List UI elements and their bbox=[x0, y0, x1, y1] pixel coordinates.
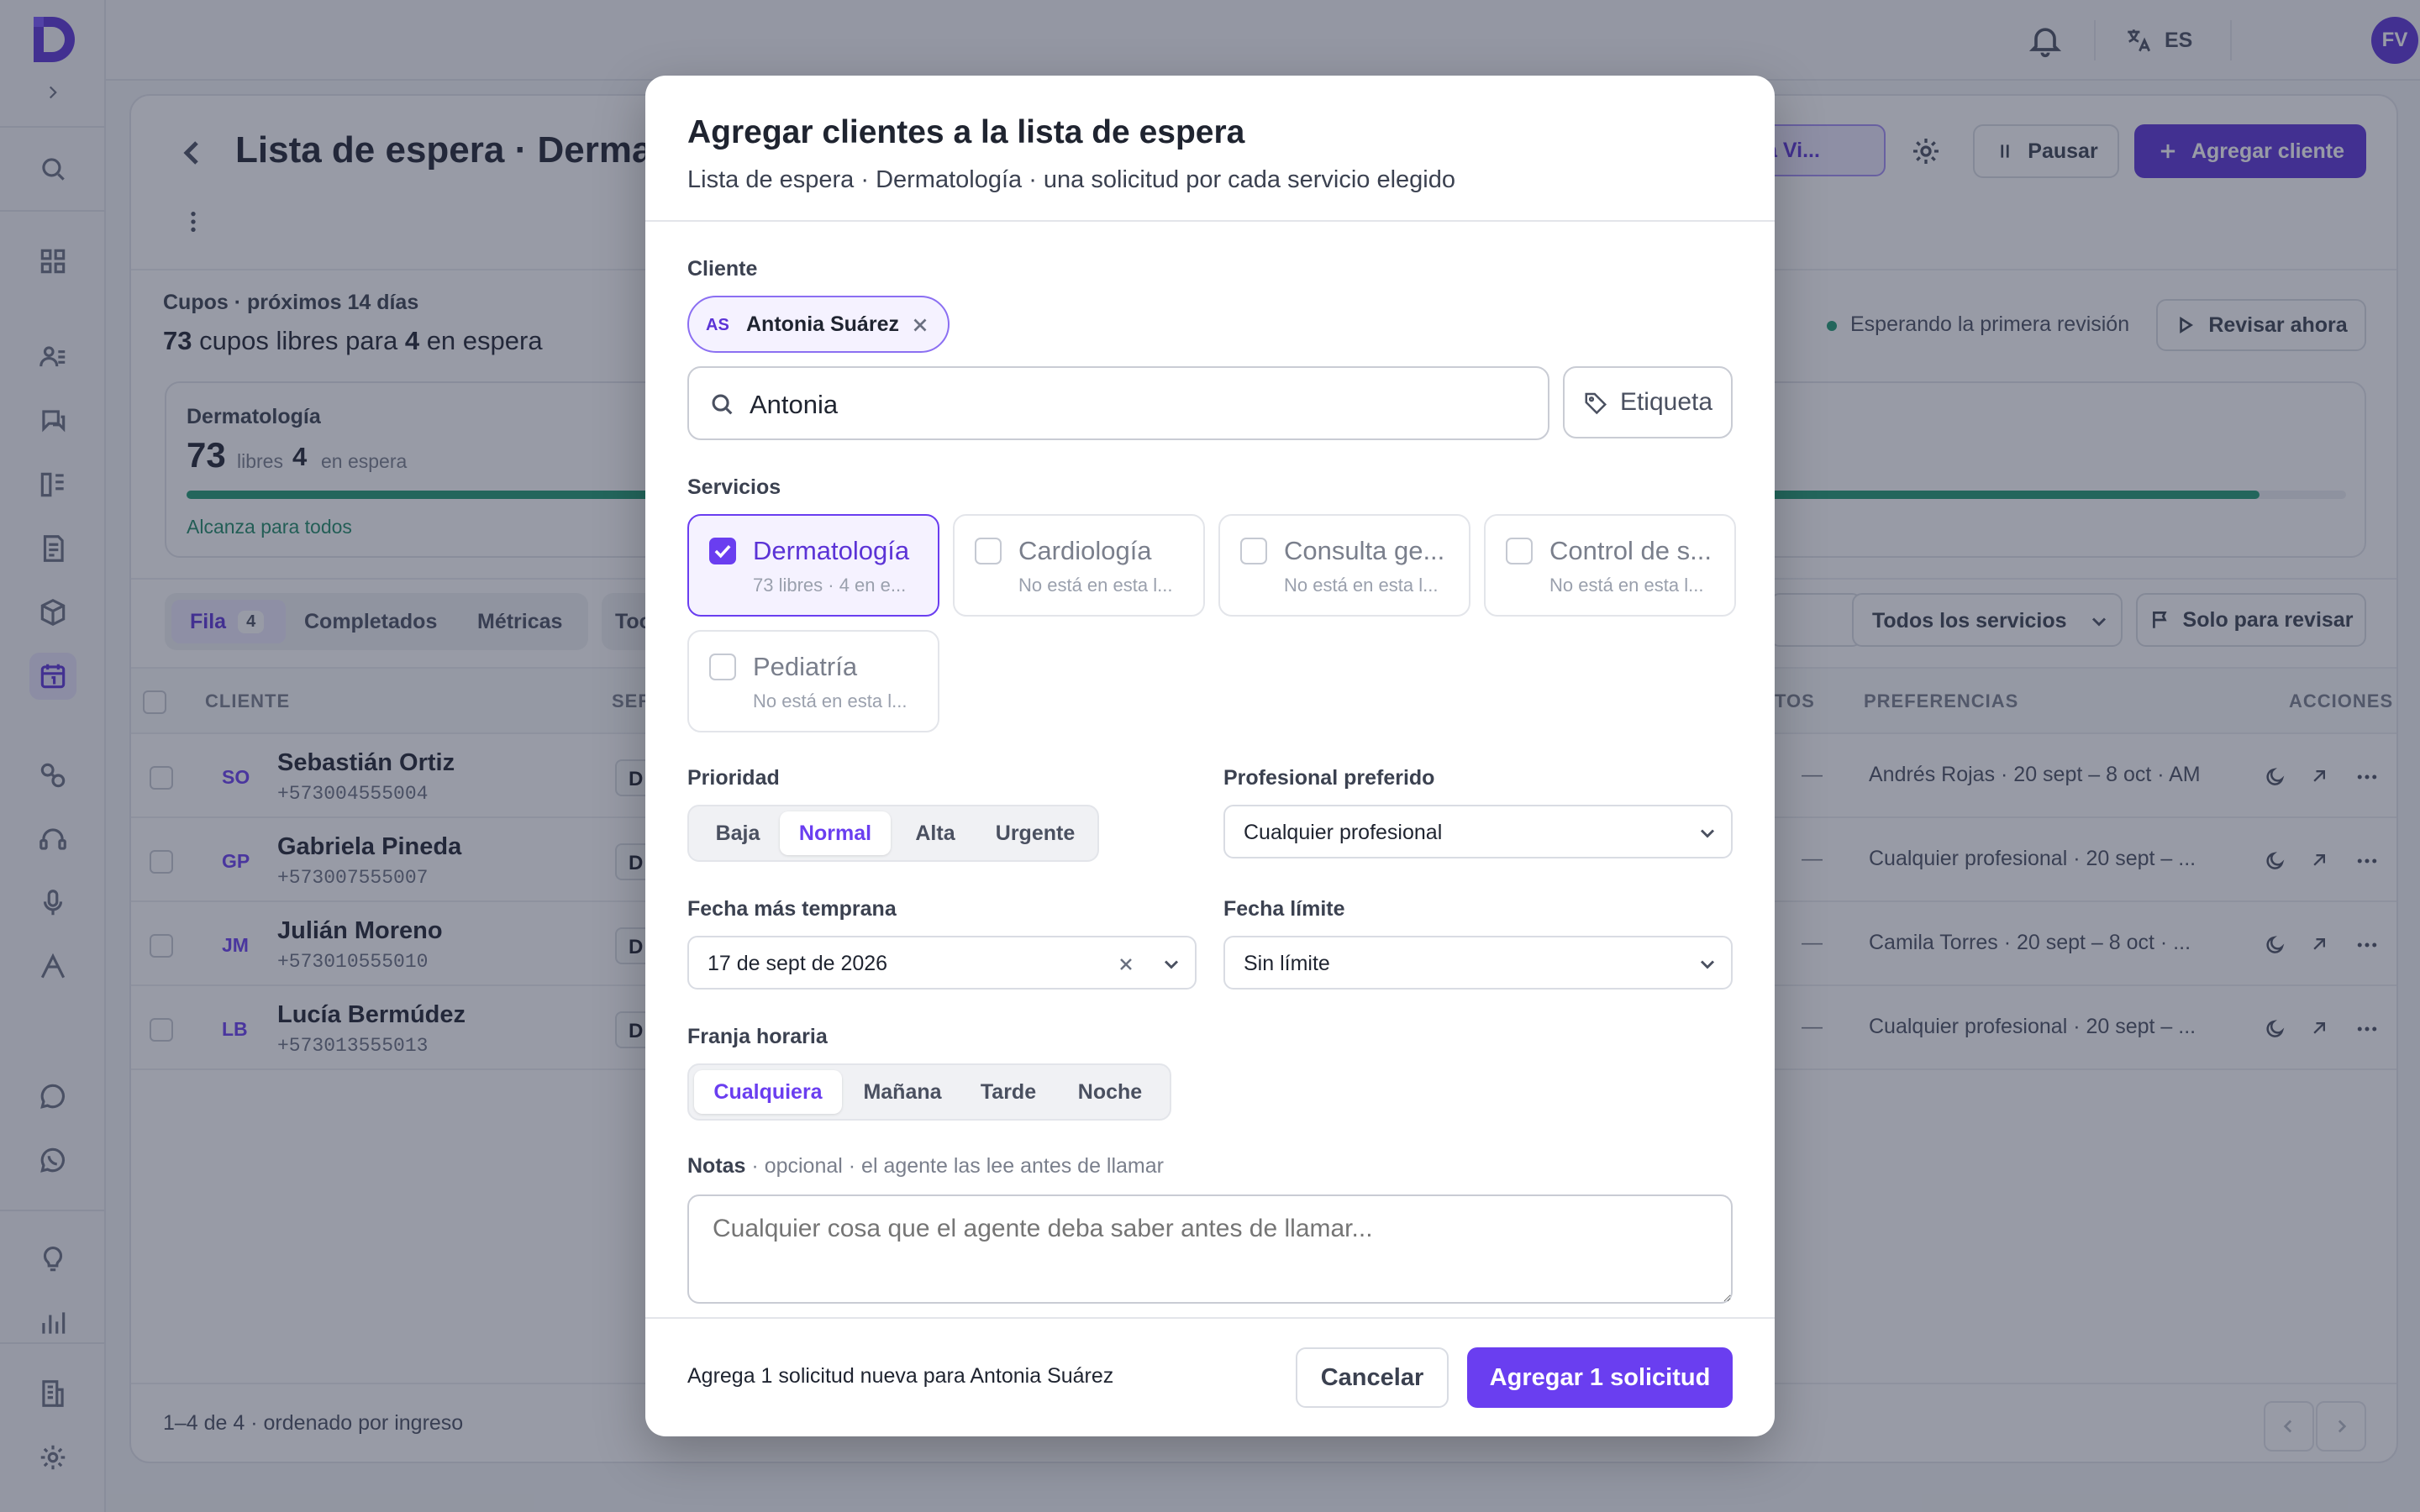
timeslot-selector: Cualquiera Mañana Tarde Noche bbox=[687, 1063, 1171, 1121]
earliest-date-label: Fecha más temprana bbox=[687, 897, 897, 921]
dialog-subtitle: Lista de espera · Dermatología · una sol… bbox=[687, 166, 1455, 193]
clear-date-icon[interactable] bbox=[1116, 954, 1136, 974]
client-initials: AS bbox=[706, 316, 729, 334]
notes-textarea[interactable] bbox=[687, 1194, 1733, 1304]
add-to-waitlist-dialog: Agregar clientes a la lista de espera Li… bbox=[645, 76, 1775, 1436]
priority-option-low[interactable]: Baja bbox=[694, 811, 781, 855]
service-detail: No está en esta l... bbox=[753, 690, 908, 711]
service-name: Cardiología bbox=[1018, 536, 1152, 565]
priority-option-normal[interactable]: Normal bbox=[780, 811, 891, 855]
deadline-label: Fecha límite bbox=[1223, 897, 1345, 921]
service-checkbox[interactable] bbox=[1240, 538, 1267, 564]
priority-option-high[interactable]: Alta bbox=[892, 811, 978, 855]
timeslot-option-morning[interactable]: Mañana bbox=[844, 1070, 961, 1114]
service-option[interactable]: Cardiología No está en esta l... bbox=[953, 514, 1205, 617]
cancel-button[interactable]: Cancelar bbox=[1296, 1347, 1449, 1408]
check-icon bbox=[714, 544, 731, 559]
chevron-down-icon bbox=[1700, 960, 1715, 969]
service-option[interactable]: Consulta ge... No está en esta l... bbox=[1218, 514, 1470, 617]
notes-label: Notas bbox=[687, 1154, 746, 1178]
priority-selector: Baja Normal Alta Urgente bbox=[687, 805, 1099, 862]
earliest-date-picker[interactable]: 17 de sept de 2026 bbox=[687, 936, 1197, 990]
timeslot-option-afternoon[interactable]: Tarde bbox=[961, 1070, 1055, 1114]
service-detail: No está en esta l... bbox=[1284, 575, 1439, 596]
client-search-input[interactable]: Antonia bbox=[687, 366, 1549, 440]
tag-icon bbox=[1585, 392, 1607, 415]
service-name: Consulta ge... bbox=[1284, 536, 1445, 565]
service-option[interactable]: Dermatología 73 libres · 4 en e... bbox=[687, 514, 939, 617]
chevron-down-icon bbox=[1700, 829, 1715, 838]
priority-option-urgent[interactable]: Urgente bbox=[978, 811, 1092, 855]
service-name: Control de s... bbox=[1549, 536, 1712, 565]
submit-button[interactable]: Agregar 1 solicitud bbox=[1467, 1347, 1733, 1408]
tag-button[interactable]: Etiqueta bbox=[1563, 366, 1733, 438]
service-checkbox[interactable] bbox=[709, 538, 736, 564]
client-name: Antonia Suárez bbox=[746, 312, 899, 336]
notes-label-row: Notas · opcional · el agente las lee ant… bbox=[687, 1154, 1164, 1179]
request-summary: Agrega 1 solicitud nueva para Antonia Su… bbox=[687, 1364, 1114, 1388]
service-checkbox[interactable] bbox=[975, 538, 1002, 564]
service-detail: No está en esta l... bbox=[1018, 575, 1173, 596]
service-detail: 73 libres · 4 en e... bbox=[753, 575, 907, 596]
service-option[interactable]: Pediatría No está en esta l... bbox=[687, 630, 939, 732]
professional-select[interactable]: Cualquier profesional bbox=[1223, 805, 1733, 858]
client-label: Cliente bbox=[687, 257, 758, 281]
timeslot-option-any[interactable]: Cualquiera bbox=[694, 1070, 842, 1114]
notes-hint: · opcional · el agente las lee antes de … bbox=[751, 1154, 1164, 1178]
search-icon bbox=[712, 394, 733, 415]
priority-label: Prioridad bbox=[687, 766, 780, 790]
service-detail: No está en esta l... bbox=[1549, 575, 1704, 596]
remove-client-icon[interactable] bbox=[909, 314, 931, 336]
dialog-title: Agregar clientes a la lista de espera bbox=[687, 114, 1245, 150]
deadline-select[interactable]: Sin límite bbox=[1223, 936, 1733, 990]
professional-label: Profesional preferido bbox=[1223, 766, 1435, 790]
selected-client-chip: AS Antonia Suárez bbox=[687, 296, 950, 353]
timeslot-label: Franja horaria bbox=[687, 1025, 828, 1048]
service-name: Pediatría bbox=[753, 652, 858, 681]
service-name: Dermatología bbox=[753, 536, 910, 565]
timeslot-option-night[interactable]: Noche bbox=[1055, 1070, 1165, 1114]
service-option[interactable]: Control de s... No está en esta l... bbox=[1484, 514, 1736, 617]
service-checkbox[interactable] bbox=[1506, 538, 1533, 564]
services-label: Servicios bbox=[687, 475, 781, 499]
chevron-down-icon bbox=[1164, 960, 1179, 969]
service-checkbox[interactable] bbox=[709, 654, 736, 680]
